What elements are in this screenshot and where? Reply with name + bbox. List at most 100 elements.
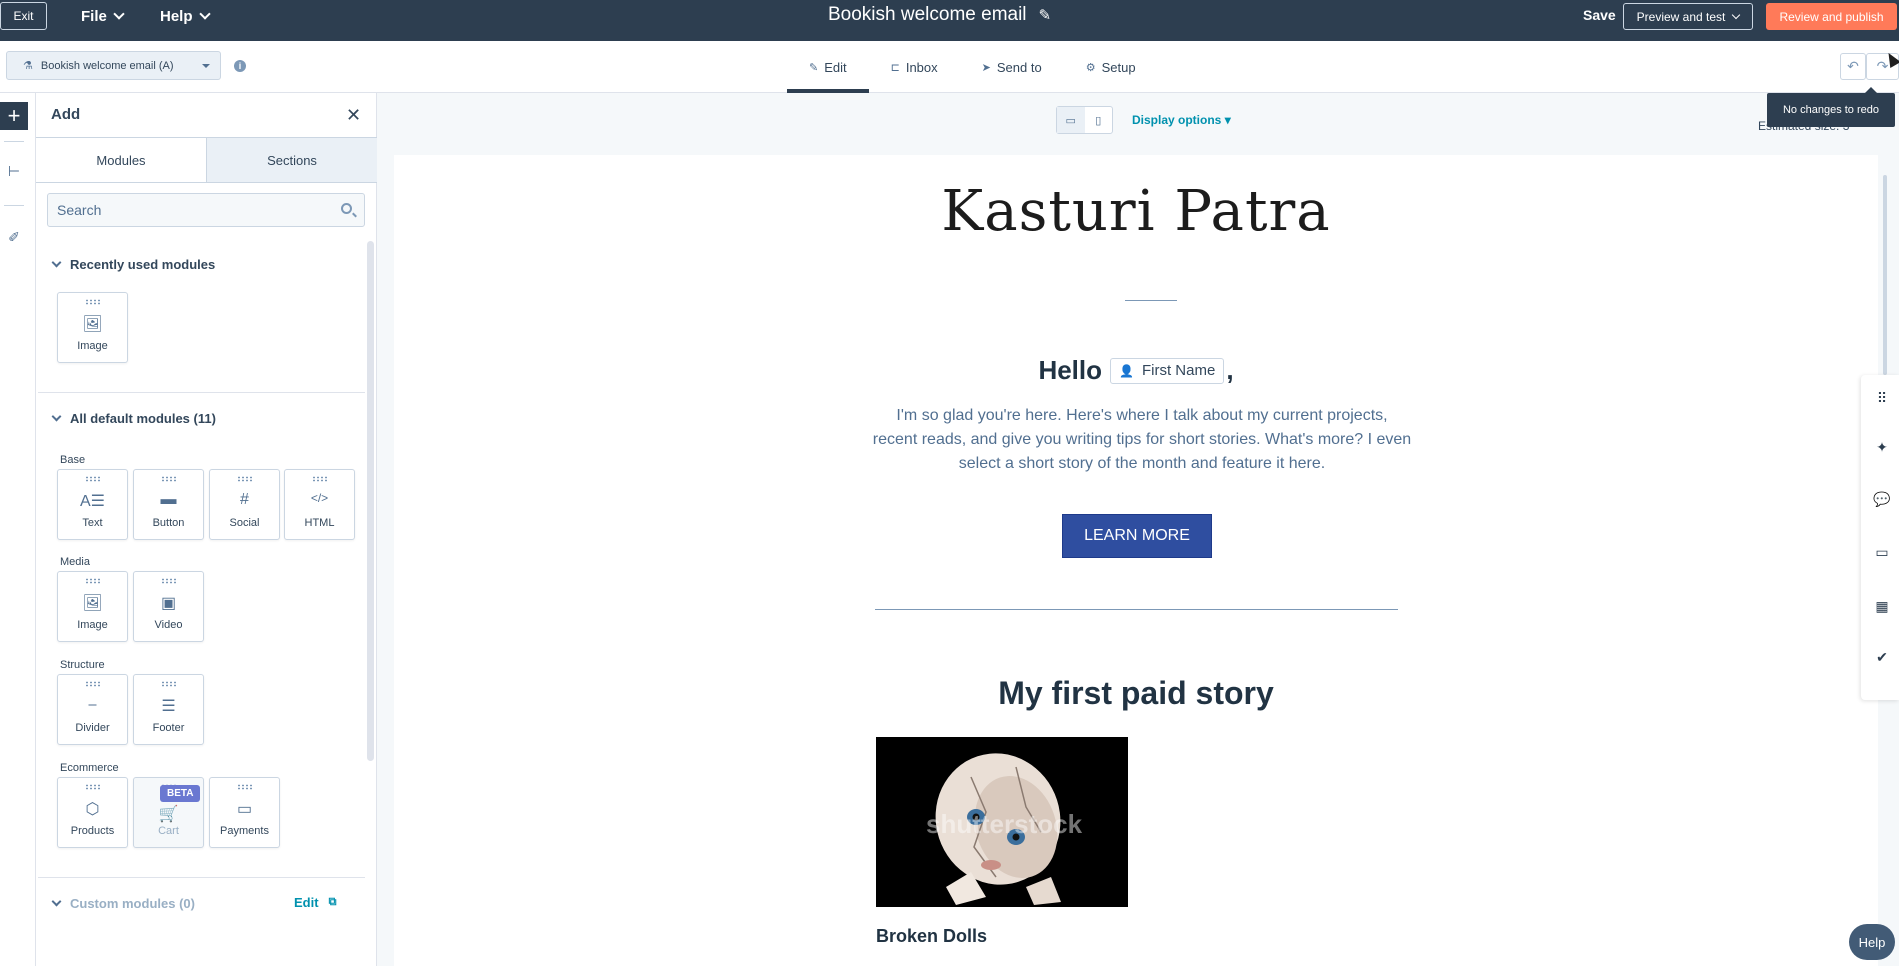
chevron-down-icon (113, 7, 125, 20)
intro-paragraph[interactable]: I'm so glad you're here. Here's where I … (872, 404, 1412, 476)
story-heading[interactable]: My first paid story (394, 675, 1878, 712)
module-tile-cart[interactable]: BETA 🛒 Cart (133, 777, 204, 848)
module-tile-label: Image (77, 619, 108, 631)
module-tile-payments[interactable]: ▭ Payments (209, 777, 280, 848)
module-tile-html[interactable]: </> HTML (284, 469, 355, 540)
tab-send-to-label: Send to (996, 59, 1042, 75)
redo-tooltip: No changes to redo (1767, 87, 1895, 127)
tab-setup[interactable]: ⚙ Setup (1064, 41, 1158, 93)
story-caption[interactable]: Broken Dolls (876, 926, 987, 947)
section-divider (38, 877, 365, 878)
panel-title: Add (51, 106, 81, 123)
module-tile-label: Image (77, 340, 108, 352)
display-options-dropdown[interactable]: Display options ▾ (1132, 113, 1231, 127)
drag-handle-icon (85, 578, 101, 584)
check-circle-icon[interactable]: ✔ (1873, 648, 1891, 666)
email-brand-heading[interactable]: Kasturi Patra (394, 179, 1878, 244)
panel-scrollbar[interactable] (367, 241, 374, 761)
module-tile-label: Button (152, 517, 185, 529)
calendar-icon[interactable]: ▦ (1873, 597, 1891, 615)
custom-modules-title: Custom modules (0) (70, 896, 195, 911)
module-tile-social[interactable]: # Social (209, 469, 280, 540)
module-tile-video[interactable]: ▣ Video (133, 571, 204, 642)
variant-select[interactable]: ⚗ Bookish welcome email (A) (6, 51, 221, 80)
add-icon[interactable]: + (0, 102, 28, 130)
long-divider[interactable] (875, 609, 1398, 610)
file-menu[interactable]: File (81, 6, 125, 26)
search-placeholder: Search (57, 202, 102, 218)
tree-icon[interactable]: ⊢ (6, 163, 22, 179)
tab-inbox[interactable]: ⊏ Inbox (869, 41, 960, 93)
device-toggle: ▭ ▯ (1056, 106, 1113, 134)
custom-modules-header[interactable]: Custom modules (0) (51, 896, 195, 911)
module-tile-image[interactable]: 🖼 Image (57, 571, 128, 642)
gear-icon: ⚙ (1085, 61, 1096, 74)
file-menu-label: File (81, 7, 107, 25)
module-tile-products[interactable]: ⬡ Products (57, 777, 128, 848)
tab-sections[interactable]: Sections (206, 137, 377, 182)
tab-send-to[interactable]: ➤ Send to (960, 41, 1064, 93)
preview-and-test-button[interactable]: Preview and test (1623, 3, 1753, 30)
chevron-down-icon (51, 896, 62, 907)
module-tile-button[interactable]: ▬ Button (133, 469, 204, 540)
pencil-icon[interactable]: ✎ (1039, 6, 1052, 24)
undo-button[interactable]: ↶ (1840, 53, 1866, 80)
section-divider (38, 392, 365, 393)
review-and-publish-button[interactable]: Review and publish (1766, 3, 1897, 30)
email-title[interactable]: Bookish welcome email ✎ (828, 4, 1051, 26)
desktop-icon[interactable]: ▭ (1057, 107, 1085, 133)
canvas-toolbar: ▭ ▯ Display options ▾ Estimated size: 3 (378, 93, 1899, 155)
save-button[interactable]: Save (1583, 7, 1616, 23)
top-bar: Exit File Help Bookish welcome email ✎ S… (0, 0, 1899, 41)
module-tile-label: HTML (304, 517, 335, 529)
recent-modules-header[interactable]: Recently used modules (51, 257, 215, 272)
drag-handle-icon (312, 476, 328, 482)
default-modules-title: All default modules (11) (70, 411, 216, 426)
module-tile-text[interactable]: A☰ Text (57, 469, 128, 540)
help-menu[interactable]: Help (160, 6, 211, 26)
canvas-scrollbar[interactable] (1883, 175, 1887, 375)
exit-button[interactable]: Exit (0, 2, 47, 30)
module-tile-divider[interactable]: ⎯ Divider (57, 674, 128, 745)
variant-select-label: Bookish welcome email (A) (40, 59, 174, 72)
drag-handle-icon (85, 476, 101, 482)
info-icon[interactable]: i (234, 60, 246, 72)
module-tile-label: Text (82, 517, 103, 529)
grid-icon[interactable]: ⠿ (1873, 389, 1891, 407)
module-tile-label: Video (154, 619, 183, 631)
greeting[interactable]: Hello 👤 First Name , (394, 355, 1878, 386)
editor-toolbar: ⚗ Bookish welcome email (A) i ✎ Edit ⊏ I… (0, 41, 1899, 93)
window-icon[interactable]: ▭ (1873, 543, 1891, 561)
search-icon (341, 203, 352, 214)
personalization-token[interactable]: 👤 First Name (1110, 357, 1225, 384)
brush-icon[interactable]: ✐ (6, 229, 22, 245)
chevron-down-icon (198, 7, 211, 20)
edit-link-label: Edit (294, 895, 319, 910)
story-image[interactable]: shutterstock (876, 737, 1128, 907)
chat-icon[interactable]: 💬 (1873, 490, 1891, 508)
short-divider[interactable] (1125, 300, 1177, 301)
chevron-down-icon (51, 411, 62, 422)
greeting-comma: , (1226, 355, 1234, 385)
learn-more-button[interactable]: LEARN MORE (1062, 514, 1212, 558)
tab-edit-label: Edit (824, 59, 847, 75)
module-tile-footer[interactable]: ☰ Footer (133, 674, 204, 745)
sparkle-icon[interactable]: ✦ (1873, 438, 1891, 456)
module-tile-label: Cart (158, 825, 179, 837)
divider-icon: ⎯ (88, 696, 97, 713)
tab-edit[interactable]: ✎ Edit (787, 41, 869, 93)
help-button[interactable]: Help (1849, 924, 1895, 960)
close-icon[interactable]: ✕ (346, 105, 361, 126)
module-tile-label: Divider (75, 722, 110, 734)
caret-down-icon (202, 64, 210, 68)
image-icon: 🖼 (82, 595, 103, 612)
editor-tabs: ✎ Edit ⊏ Inbox ➤ Send to ⚙ Setup (787, 41, 1158, 93)
search-input[interactable]: Search (47, 193, 365, 227)
tab-modules[interactable]: Modules (36, 137, 206, 182)
default-modules-header[interactable]: All default modules (11) (51, 411, 216, 426)
module-tile-image[interactable]: 🖼 Image (57, 292, 128, 363)
footer-icon: ☰ (161, 698, 176, 715)
edit-custom-modules-link[interactable]: Edit ⧉ (294, 895, 336, 910)
email-preview: Kasturi Patra Hello 👤 First Name , I'm s… (394, 155, 1878, 966)
mobile-icon[interactable]: ▯ (1085, 107, 1113, 133)
